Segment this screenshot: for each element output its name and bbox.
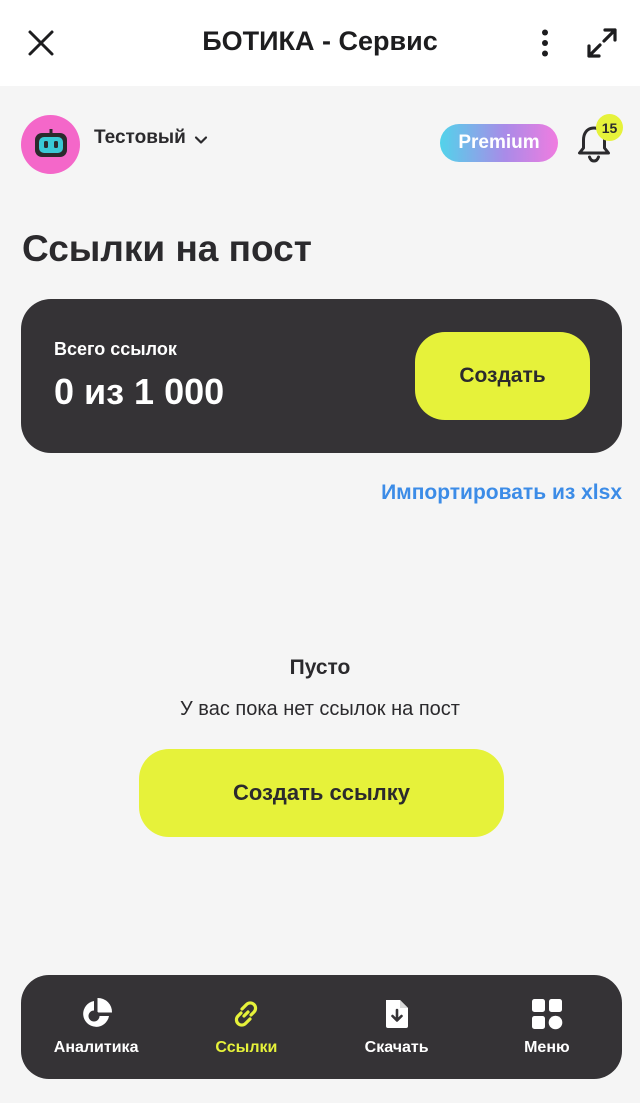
create-button[interactable]: Создать [415,332,590,420]
pie-chart-icon [83,997,113,1027]
robot-icon [34,129,67,157]
import-xlsx-link[interactable]: Импортировать из xlsx [381,481,622,505]
nav-item-menu[interactable]: Меню [477,977,617,1077]
expand-button[interactable] [580,22,624,64]
stats-label: Всего ссылок [54,339,177,359]
top-bar: БОТИКА - Сервис [0,0,640,86]
create-link-button[interactable]: Создать ссылку [139,749,504,837]
links-stats-card: Всего ссылок 0 из 1 000 Создать [21,299,622,453]
nav-item-links[interactable]: Ссылки [176,977,316,1077]
link-icon [235,1001,258,1027]
chevron-down-icon [194,136,207,144]
bottom-navigation: Аналитика Ссылки Скачать Меню [21,975,622,1079]
premium-badge[interactable]: Premium [440,124,558,162]
nav-label-download: Скачать [364,1039,429,1056]
nav-label-menu: Меню [524,1039,570,1056]
notification-count-badge: 15 [596,114,623,141]
nav-label-links: Ссылки [215,1039,278,1056]
account-name: Тестовый [94,127,186,148]
stats-value: 0 из 1 000 [54,371,225,412]
nav-item-download[interactable]: Скачать [327,977,467,1077]
more-options-button[interactable] [528,24,562,62]
nav-item-analytics[interactable]: Аналитика [26,977,166,1077]
empty-state-text: У вас пока нет ссылок на пост [180,698,460,720]
avatar [21,114,80,174]
page-title: Ссылки на пост [22,228,312,269]
expand-icon [587,28,617,58]
vertical-dots-icon [542,29,548,57]
grid-menu-icon [531,999,563,1030]
empty-state-title: Пусто [289,656,351,679]
download-file-icon [385,1000,408,1028]
nav-label-analytics: Аналитика [53,1039,139,1056]
account-selector[interactable]: Тестовый [21,114,208,174]
